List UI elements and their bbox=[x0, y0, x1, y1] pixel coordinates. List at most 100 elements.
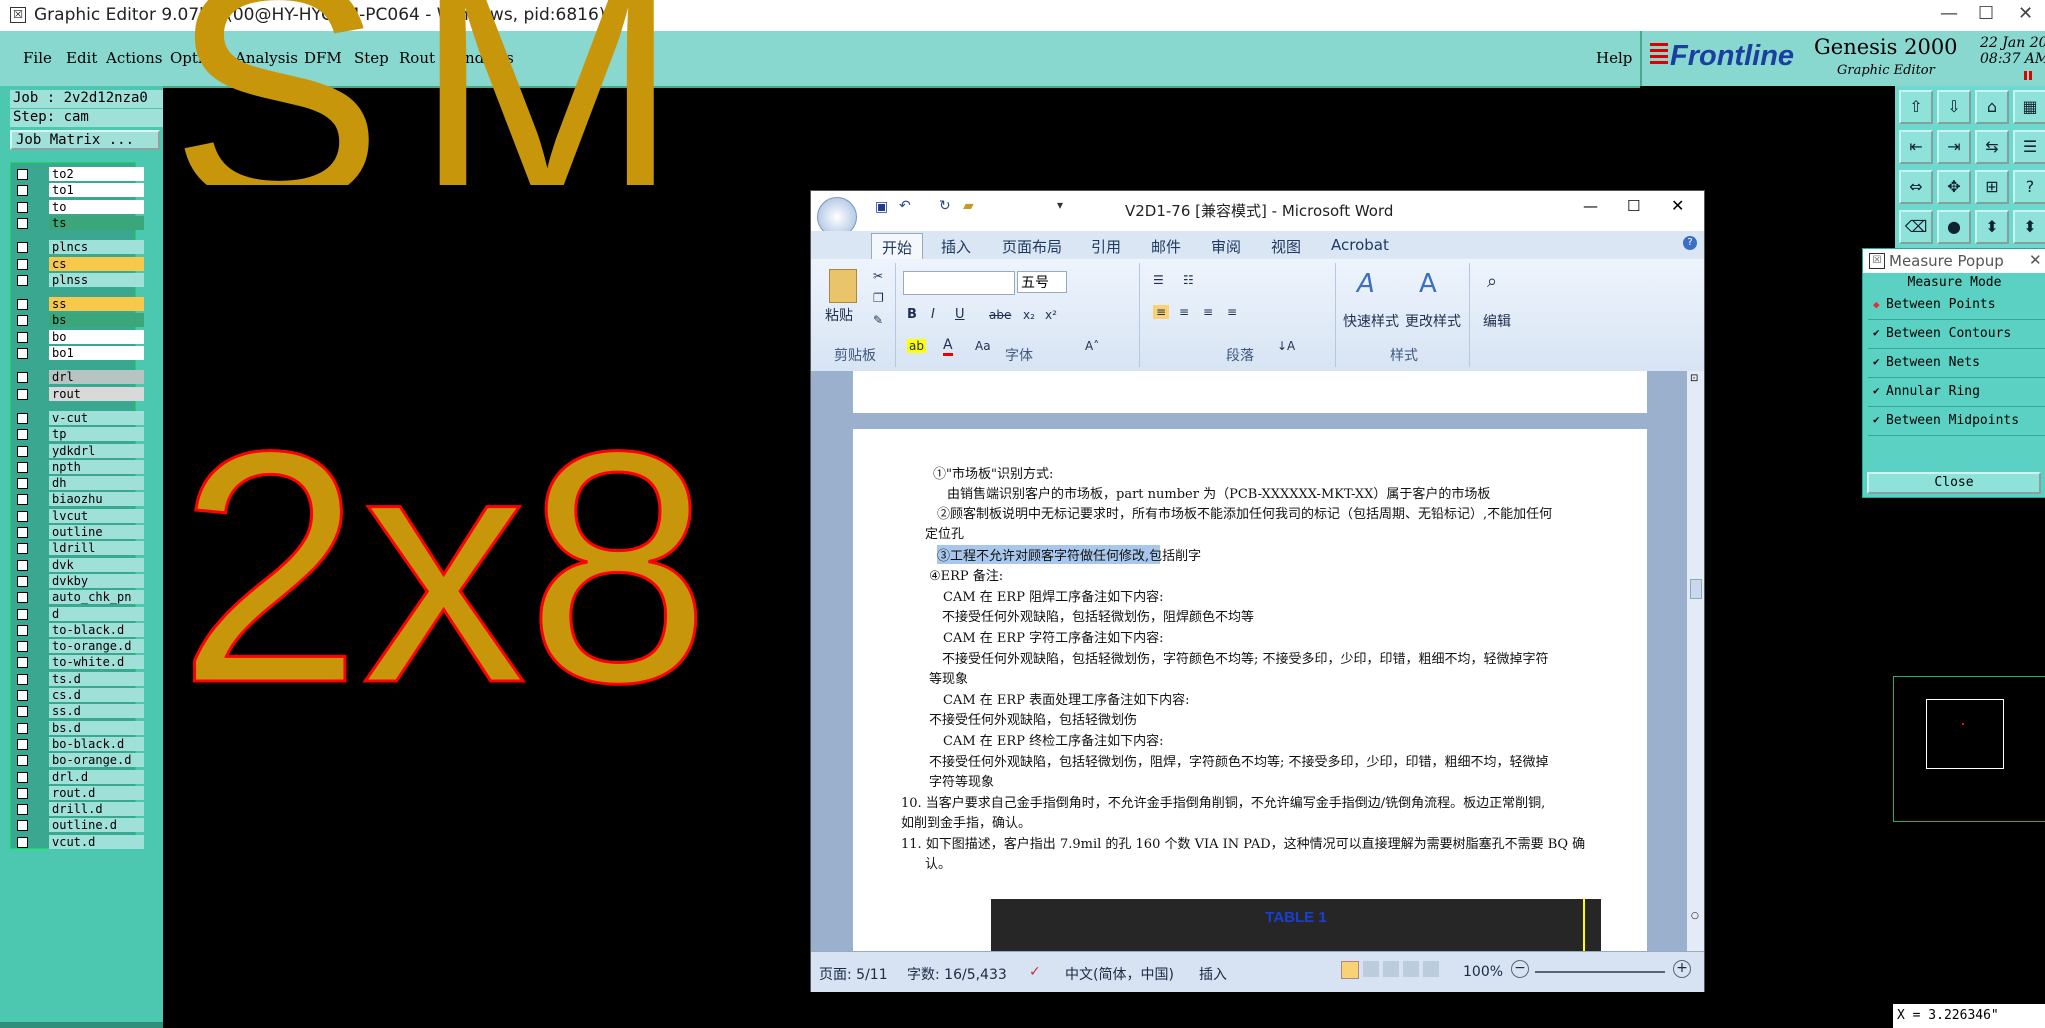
layer-name[interactable]: d bbox=[49, 606, 144, 621]
menu-file[interactable]: File bbox=[23, 49, 52, 67]
layer-name[interactable]: dvkby bbox=[49, 573, 144, 588]
layer-row[interactable]: ts.d bbox=[11, 671, 144, 687]
layer-row[interactable]: bo-orange.d bbox=[11, 753, 144, 768]
redo-icon[interactable]: ↻ bbox=[939, 198, 951, 214]
toolbar-icon[interactable]: ? bbox=[2013, 170, 2045, 204]
undo-icon[interactable]: ↶ bbox=[899, 198, 911, 214]
layer-checkbox[interactable] bbox=[17, 372, 28, 384]
toolbar-icon[interactable]: ⊞ bbox=[1975, 170, 2009, 204]
help-icon[interactable]: ? bbox=[1683, 236, 1697, 250]
layer-name[interactable]: outline.d bbox=[49, 818, 144, 833]
layer-row[interactable]: dvkby bbox=[11, 573, 144, 589]
tab-home[interactable]: 开始 bbox=[871, 233, 924, 261]
layer-row[interactable]: bo1 bbox=[11, 346, 144, 361]
layer-name[interactable]: outline bbox=[49, 525, 144, 539]
change-styles-icon[interactable]: A bbox=[1419, 269, 1437, 299]
layer-checkbox[interactable] bbox=[17, 348, 28, 359]
layer-row[interactable]: bs.d bbox=[11, 720, 144, 736]
minimize-button[interactable]: — bbox=[1940, 3, 1958, 24]
numbering-icon[interactable]: ☷ bbox=[1183, 273, 1194, 287]
layer-row[interactable]: outline.d bbox=[11, 818, 144, 833]
layer-checkbox[interactable] bbox=[17, 412, 28, 424]
view-mode-icons[interactable] bbox=[1363, 961, 1443, 977]
layer-row[interactable]: bs bbox=[11, 313, 144, 328]
layer-row[interactable]: to1 bbox=[11, 183, 144, 198]
layer-row[interactable]: rout.d bbox=[11, 785, 144, 801]
layer-row[interactable]: to-black.d bbox=[11, 622, 144, 638]
format-painter-icon[interactable]: ✎ bbox=[873, 313, 883, 327]
change-styles-button[interactable]: 更改样式 bbox=[1405, 311, 1461, 331]
layer-checkbox[interactable] bbox=[17, 510, 28, 522]
toolbar-icon[interactable]: ⬍ bbox=[1975, 210, 2009, 244]
menu-help[interactable]: Help bbox=[1596, 49, 1632, 67]
layer-checkbox[interactable] bbox=[17, 624, 28, 636]
status-zoom[interactable]: 100% bbox=[1463, 964, 1503, 980]
layer-name[interactable]: plnss bbox=[49, 272, 144, 287]
measure-close-button[interactable]: Close bbox=[1867, 472, 2041, 494]
layer-checkbox[interactable] bbox=[17, 706, 28, 718]
layer-name[interactable]: dh bbox=[49, 476, 144, 491]
align-left-icon[interactable]: ≡ bbox=[1153, 305, 1170, 319]
layer-name[interactable]: cs.d bbox=[49, 688, 144, 702]
layer-checkbox[interactable] bbox=[17, 445, 28, 457]
layer-checkbox[interactable] bbox=[17, 738, 28, 750]
layer-name[interactable]: ldrill bbox=[49, 541, 144, 556]
toolbar-icon[interactable]: ▦ bbox=[2013, 90, 2045, 124]
ruler-toggle-icon[interactable]: ⊡ bbox=[1690, 373, 1698, 384]
layer-name[interactable]: dvk bbox=[49, 557, 144, 572]
layer-checkbox[interactable] bbox=[17, 429, 28, 441]
tab-review[interactable]: 审阅 bbox=[1211, 236, 1241, 257]
menu-actions[interactable]: Actions bbox=[106, 49, 162, 67]
bullets-icon[interactable]: ☰ bbox=[1153, 273, 1164, 287]
toolbar-icon[interactable]: ⇥ bbox=[1937, 130, 1971, 164]
layer-row[interactable]: lvcut bbox=[11, 508, 144, 524]
layer-checkbox[interactable] bbox=[17, 771, 28, 783]
layer-row[interactable]: ts bbox=[11, 215, 144, 231]
layer-row[interactable]: bo-black.d bbox=[11, 736, 144, 752]
layer-checkbox[interactable] bbox=[17, 608, 28, 620]
tab-layout[interactable]: 页面布局 bbox=[1002, 236, 1062, 257]
print-layout-icon[interactable] bbox=[1341, 961, 1359, 979]
layer-row[interactable]: ydkdrl bbox=[11, 443, 144, 459]
layer-name[interactable]: drill.d bbox=[49, 802, 144, 817]
layer-name[interactable]: ts bbox=[49, 215, 144, 230]
layer-checkbox[interactable] bbox=[17, 527, 28, 538]
word-minimize-button[interactable]: — bbox=[1583, 197, 1598, 215]
toolbar-icon[interactable]: ⌫ bbox=[1899, 210, 1933, 244]
zoom-slider[interactable] bbox=[1535, 971, 1665, 973]
layer-name[interactable]: ss.d bbox=[49, 704, 144, 719]
layer-checkbox[interactable] bbox=[17, 722, 28, 734]
layer-checkbox[interactable] bbox=[17, 804, 28, 816]
layer-row[interactable]: to-white.d bbox=[11, 655, 144, 670]
layer-row[interactable]: dh bbox=[11, 476, 144, 491]
layer-name[interactable]: to-black.d bbox=[49, 622, 144, 637]
layer-row[interactable]: rout bbox=[11, 386, 144, 402]
layer-name[interactable]: auto_chk_pn bbox=[49, 590, 144, 605]
layer-name[interactable]: bs bbox=[49, 313, 144, 328]
measure-between-points[interactable]: ◆ Between Points bbox=[1868, 293, 2045, 320]
align-center-icon[interactable]: ≡ bbox=[1179, 305, 1189, 319]
superscript-icon[interactable]: x² bbox=[1045, 308, 1057, 322]
layer-name[interactable]: ydkdrl bbox=[49, 443, 144, 458]
layer-name[interactable]: bo1 bbox=[49, 346, 144, 360]
open-icon[interactable]: ▰ bbox=[963, 198, 974, 214]
layer-checkbox[interactable] bbox=[17, 331, 28, 343]
layer-name[interactable]: to bbox=[49, 199, 144, 214]
proofing-icon[interactable]: ✓ bbox=[1029, 964, 1041, 980]
layer-row[interactable]: drill.d bbox=[11, 802, 144, 817]
layer-row[interactable]: drl bbox=[11, 370, 144, 385]
layer-name[interactable]: ss bbox=[49, 297, 144, 312]
layer-name[interactable]: bo-orange.d bbox=[49, 753, 144, 768]
align-right-icon[interactable]: ≡ bbox=[1203, 305, 1213, 319]
layer-row[interactable]: ldrill bbox=[11, 541, 144, 556]
menu-edit[interactable]: Edit bbox=[66, 49, 97, 67]
bold-icon[interactable]: B bbox=[907, 307, 917, 322]
layer-name[interactable]: cs bbox=[49, 256, 144, 271]
layer-checkbox[interactable] bbox=[17, 274, 28, 286]
layer-name[interactable]: ts.d bbox=[49, 671, 144, 686]
layer-name[interactable]: npth bbox=[49, 459, 144, 474]
tab-insert[interactable]: 插入 bbox=[941, 236, 971, 257]
tab-acrobat[interactable]: Acrobat bbox=[1331, 236, 1389, 254]
layer-row[interactable]: cs.d bbox=[11, 688, 144, 703]
layer-row[interactable]: outline bbox=[11, 525, 144, 540]
